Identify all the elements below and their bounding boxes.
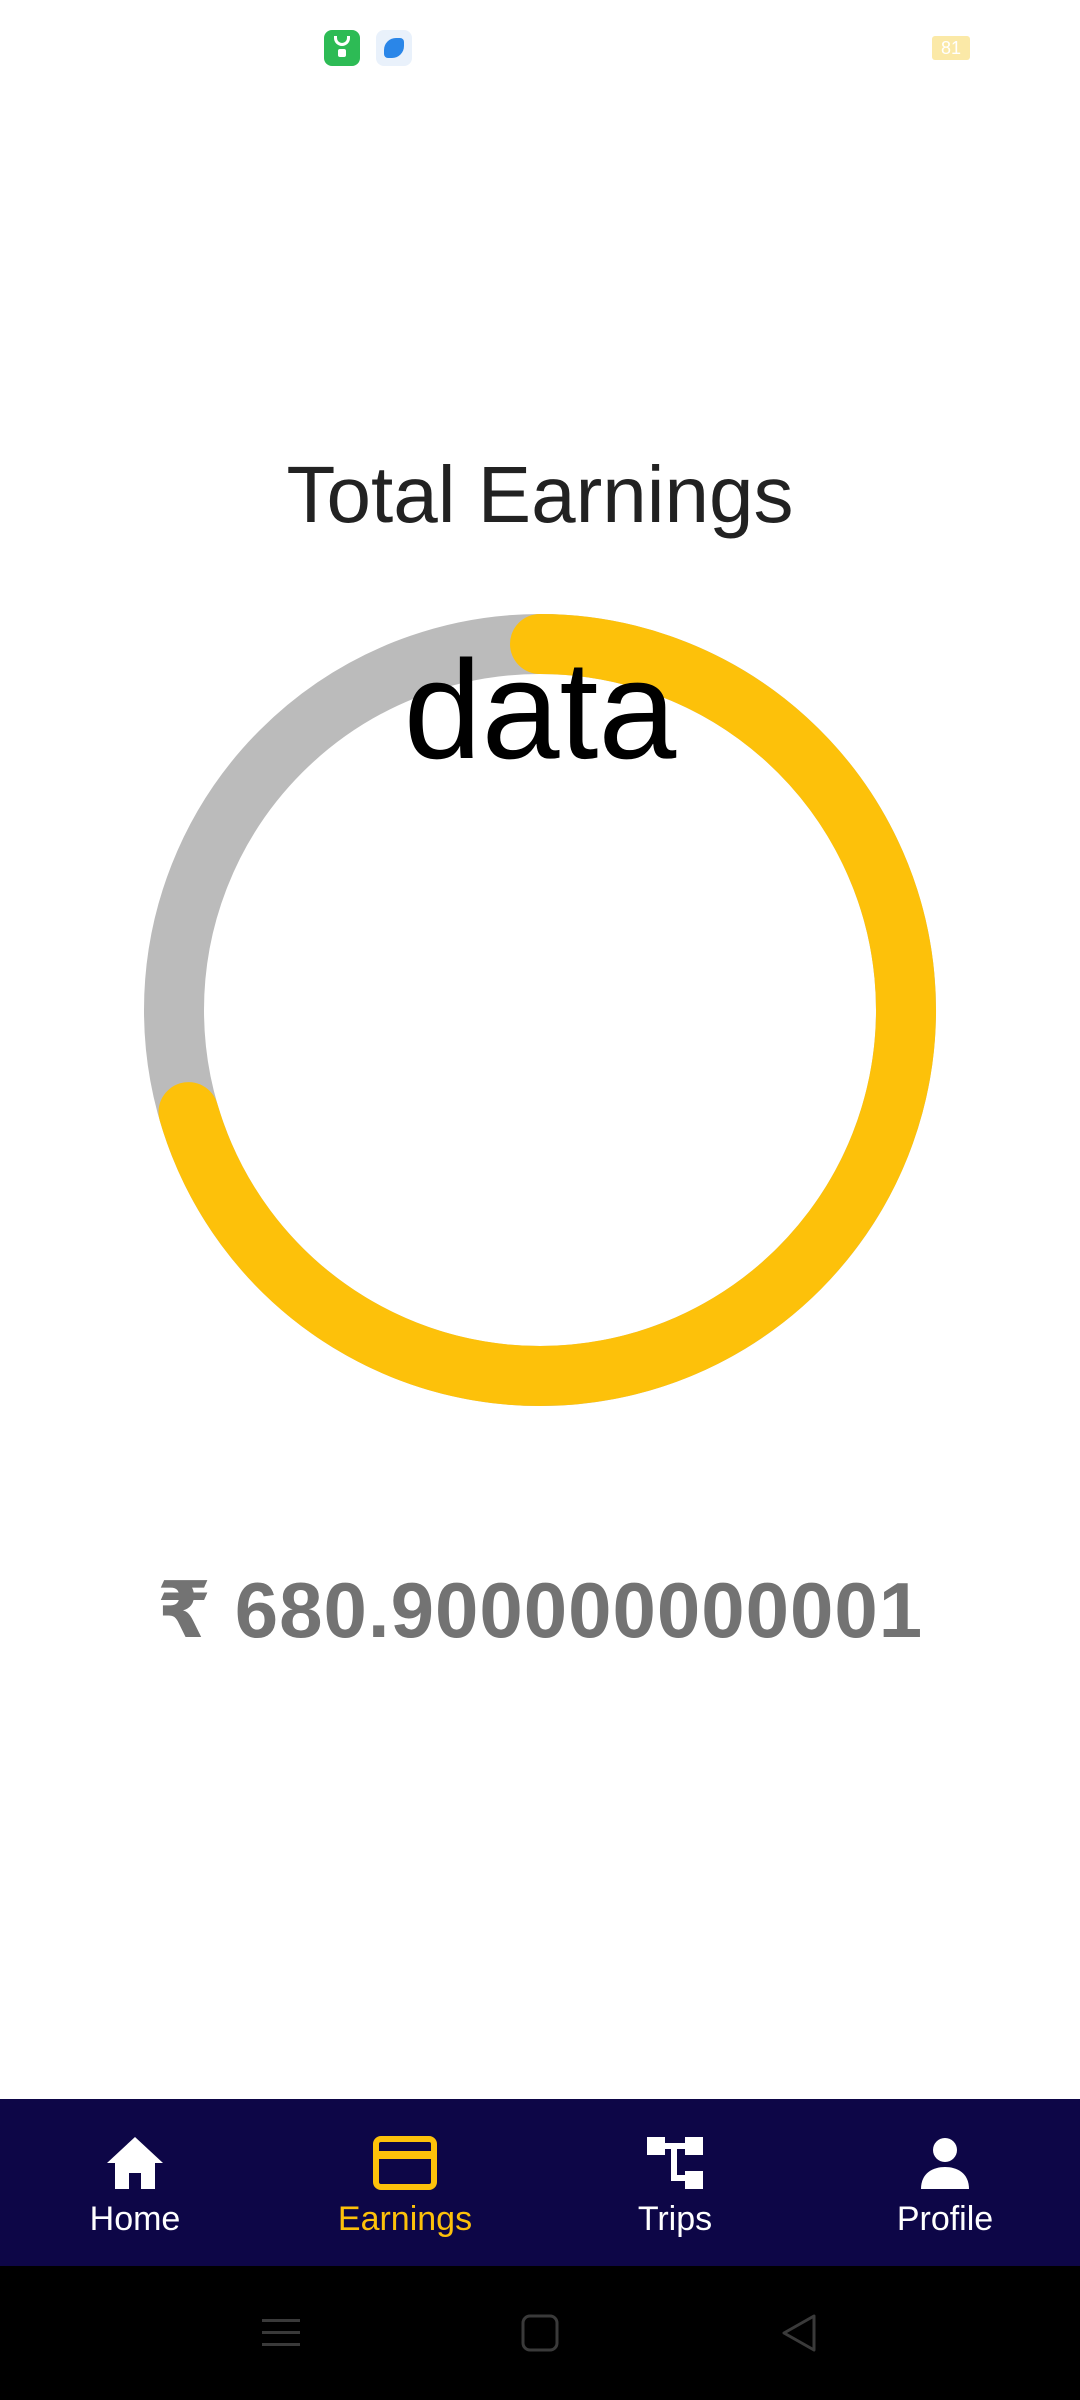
- status-bar: 81: [0, 0, 1080, 96]
- person-icon: [921, 2138, 969, 2189]
- nav-label-earnings: Earnings: [337, 2200, 473, 2238]
- nav-label-home: Home: [89, 2200, 181, 2238]
- total-amount: ₹ 680.900000000001: [156, 1566, 924, 1654]
- bottom-navigation: Home Earnings Trips Profile: [0, 2099, 1080, 2266]
- battery-icon: 81: [932, 36, 970, 60]
- chart-center-label: data: [403, 631, 677, 788]
- system-navigation-bar: [0, 2266, 1080, 2400]
- nav-item-profile[interactable]: Profile: [810, 2099, 1080, 2266]
- page-title: Total Earnings: [286, 450, 794, 539]
- shopping-bag-icon: [324, 30, 360, 66]
- trips-icon: [647, 2137, 703, 2189]
- feather-icon: [376, 30, 412, 66]
- nav-item-earnings[interactable]: Earnings: [270, 2099, 540, 2266]
- menu-icon[interactable]: [258, 2310, 304, 2356]
- earnings-screen: 81 Total Earnings data ₹ 680.90000000000…: [0, 0, 1080, 2400]
- nav-item-home[interactable]: Home: [0, 2099, 270, 2266]
- credit-card-icon: [373, 2136, 437, 2190]
- home-square-icon[interactable]: [517, 2310, 563, 2356]
- nav-item-trips[interactable]: Trips: [540, 2099, 810, 2266]
- nav-label-profile: Profile: [896, 2200, 994, 2238]
- back-triangle-icon[interactable]: [776, 2310, 822, 2356]
- nav-label-trips: Trips: [637, 2200, 713, 2238]
- home-icon: [107, 2137, 163, 2189]
